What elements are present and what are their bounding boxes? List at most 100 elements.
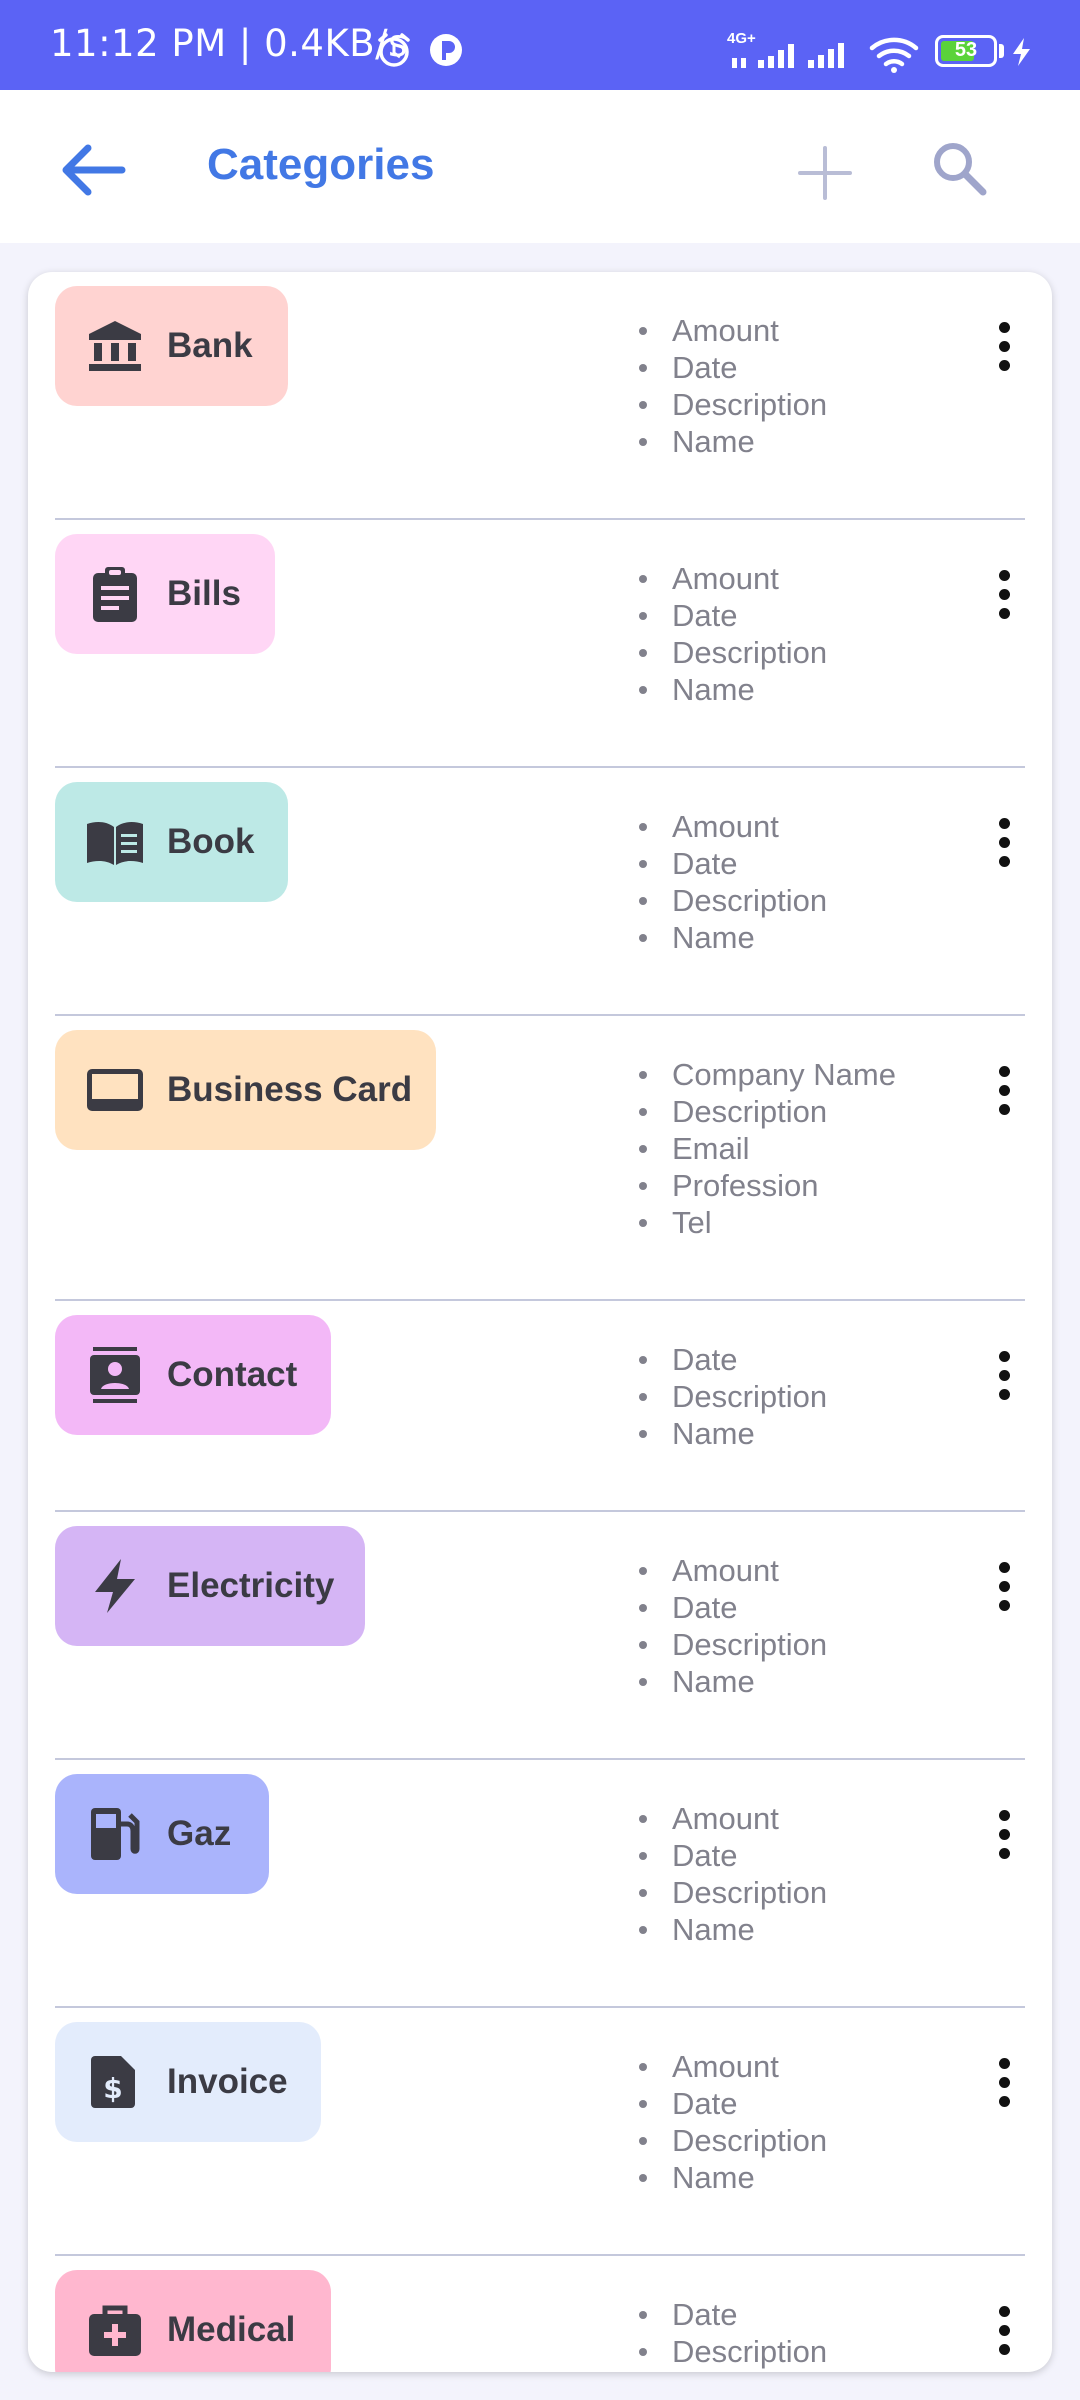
field-list: Amount Date Description Name [637, 808, 827, 956]
category-chip-bills[interactable]: Bills [55, 534, 275, 654]
field-item: Amount [637, 2048, 827, 2085]
category-chip-bank[interactable]: Bank [55, 286, 288, 406]
category-chip-medical[interactable]: Medical [55, 2270, 331, 2372]
category-row-book[interactable]: Book Amount Date Description Name [55, 768, 1025, 1016]
search-icon [934, 143, 987, 196]
more-vert-icon[interactable] [989, 570, 1019, 620]
field-item: Amount [637, 1800, 827, 1837]
more-vert-icon[interactable] [989, 2306, 1019, 2356]
field-item: Name [637, 1911, 827, 1948]
field-item: Tel [637, 1204, 896, 1241]
field-item: Name [637, 2159, 827, 2196]
app-notification-icon [430, 34, 462, 66]
field-list: Amount Date Description Name [637, 560, 827, 708]
category-chip-invoice[interactable]: $ Invoice [55, 2022, 321, 2142]
field-item: Amount [637, 1552, 827, 1589]
status-time: 11:12 PM | 0.4KB/s [50, 22, 408, 65]
field-item: Description [637, 2122, 827, 2159]
field-item: Name [637, 1663, 827, 1700]
category-chip-contact[interactable]: Contact [55, 1315, 331, 1435]
field-list: Company Name Description Email Professio… [637, 1056, 896, 1241]
battery-icon: 53 [935, 35, 997, 67]
field-item: Date [637, 2296, 827, 2333]
bank-icon [89, 321, 141, 371]
more-vert-icon[interactable] [989, 1066, 1019, 1116]
more-vert-icon[interactable] [989, 1810, 1019, 1860]
invoice-icon: $ [91, 2056, 135, 2108]
category-row-gaz[interactable]: Gaz Amount Date Description Name [55, 1760, 1025, 2008]
category-chip-business-card[interactable]: Business Card [55, 1030, 436, 1150]
arrow-left-icon [62, 144, 126, 196]
field-item: Company Name [637, 1056, 896, 1093]
category-name: Medical [167, 2310, 296, 2349]
field-item: Date [637, 597, 827, 634]
category-chip-gaz[interactable]: Gaz [55, 1774, 269, 1894]
field-list: Date Description [637, 2296, 827, 2370]
category-row-contact[interactable]: Contact Date Description Name [55, 1301, 1025, 1512]
category-row-medical[interactable]: Medical Date Description [55, 2256, 1025, 2372]
field-item: Name [637, 1415, 827, 1452]
field-item: Description [637, 882, 827, 919]
signal-icon [732, 44, 794, 68]
category-name: Bank [167, 326, 253, 365]
field-item: Amount [637, 808, 827, 845]
plus-icon [798, 146, 852, 200]
more-vert-icon[interactable] [989, 818, 1019, 868]
field-list: Date Description Name [637, 1341, 827, 1452]
field-item: Date [637, 1837, 827, 1874]
field-list: Amount Date Description Name [637, 1800, 827, 1948]
category-row-business-card[interactable]: Business Card Company Name Description E… [55, 1016, 1025, 1301]
category-name: Gaz [167, 1814, 232, 1853]
clipboard-icon [93, 567, 137, 622]
field-item: Description [637, 634, 827, 671]
svg-text:$: $ [103, 2072, 122, 2105]
category-row-bills[interactable]: Bills Amount Date Description Name [55, 520, 1025, 768]
field-item: Name [637, 671, 827, 708]
gas-station-icon [91, 1808, 140, 1860]
field-list: Amount Date Description Name [637, 1552, 827, 1700]
category-name: Book [167, 822, 255, 861]
category-name: Business Card [167, 1070, 413, 1109]
field-item: Date [637, 1341, 827, 1378]
field-item: Profession [637, 1167, 896, 1204]
field-item: Amount [637, 312, 827, 349]
categories-list: Bank Amount Date Description Name Bills … [28, 272, 1052, 2372]
field-list: Amount Date Description Name [637, 2048, 827, 2196]
book-icon [87, 822, 143, 865]
search-button[interactable] [925, 134, 995, 204]
field-item: Date [637, 349, 827, 386]
field-item: Date [637, 2085, 827, 2122]
medical-bag-icon [89, 2305, 141, 2356]
card-icon [87, 1069, 143, 1111]
category-row-invoice[interactable]: $ Invoice Amount Date Description Name [55, 2008, 1025, 2256]
field-item: Description [637, 1378, 827, 1415]
field-item: Description [637, 1626, 827, 1663]
signal-icon-2 [808, 43, 844, 68]
category-name: Invoice [167, 2062, 288, 2101]
contact-icon [90, 1347, 140, 1403]
category-row-electricity[interactable]: Electricity Amount Date Description Name [55, 1512, 1025, 1760]
more-vert-icon[interactable] [989, 1562, 1019, 1612]
field-item: Date [637, 845, 827, 882]
add-category-button[interactable] [790, 138, 860, 208]
category-row-bank[interactable]: Bank Amount Date Description Name [55, 272, 1025, 520]
charging-icon [1013, 38, 1030, 66]
more-vert-icon[interactable] [989, 322, 1019, 372]
category-chip-electricity[interactable]: Electricity [55, 1526, 365, 1646]
more-vert-icon[interactable] [989, 1351, 1019, 1401]
alarm-icon [378, 33, 410, 67]
app-bar: Categories [0, 90, 1080, 243]
field-item: Email [637, 1130, 896, 1167]
page-title: Categories [207, 140, 435, 189]
field-item: Description [637, 2333, 827, 2370]
field-item: Description [637, 386, 827, 423]
field-item: Amount [637, 560, 827, 597]
battery-level: 53 [954, 39, 978, 61]
field-item: Description [637, 1874, 827, 1911]
field-list: Amount Date Description Name [637, 312, 827, 460]
back-button[interactable] [52, 130, 132, 210]
field-item: Name [637, 919, 827, 956]
more-vert-icon[interactable] [989, 2058, 1019, 2108]
status-bar: 11:12 PM | 0.4KB/s 4G+ 53 [0, 0, 1080, 90]
category-chip-book[interactable]: Book [55, 782, 288, 902]
